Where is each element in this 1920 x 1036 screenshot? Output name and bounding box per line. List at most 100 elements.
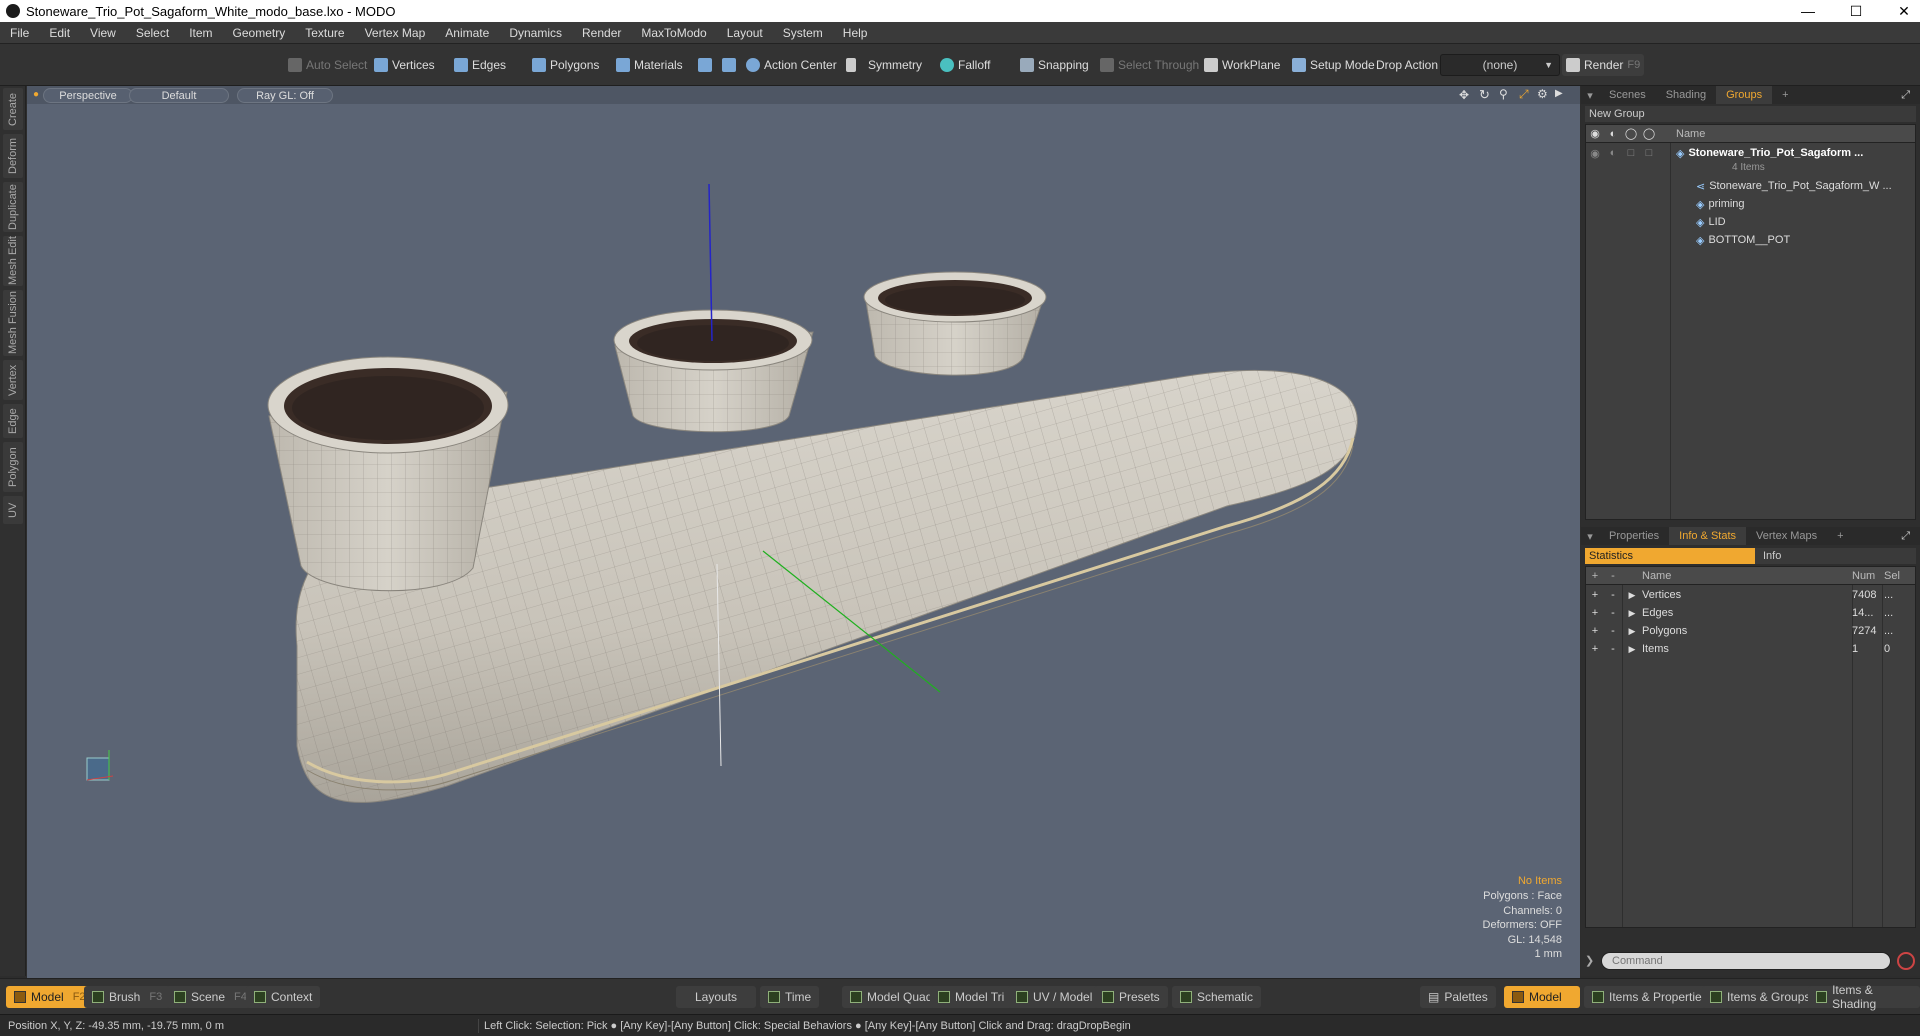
tab-mesh-edit[interactable]: Mesh Edit (3, 236, 23, 286)
menu-system[interactable]: System (773, 26, 833, 40)
schematic-button[interactable]: Schematic (1172, 986, 1262, 1008)
panel-menu-icon[interactable]: ▾ (1581, 527, 1599, 545)
expand-arrow-icon[interactable]: ▶ (1622, 626, 1642, 637)
menu-dynamics[interactable]: Dynamics (499, 26, 572, 40)
context-button[interactable]: Context (246, 986, 321, 1008)
close-icon[interactable]: ✕ (1884, 0, 1920, 22)
maximize-panel-icon[interactable]: ⤢ (1891, 86, 1920, 104)
remove-icon[interactable]: - (1604, 643, 1622, 655)
tab-deform[interactable]: Deform (3, 134, 23, 178)
items-shading-button[interactable]: Items & Shading (1808, 983, 1920, 1011)
3d-viewport[interactable]: ● Perspective Default Ray GL: Off ✥ ↻ ⚲ … (27, 86, 1580, 978)
command-input[interactable] (1601, 952, 1891, 970)
remove-icon[interactable]: - (1604, 589, 1622, 601)
visibility-toggle-icon[interactable]: ◉ (1586, 147, 1604, 160)
select-through-button[interactable]: Select Through (1096, 54, 1203, 76)
expand-all-icon[interactable]: + (1586, 570, 1604, 582)
menu-layout[interactable]: Layout (717, 26, 773, 40)
minimize-icon[interactable]: — (1788, 0, 1828, 22)
menu-texture[interactable]: Texture (295, 26, 354, 40)
menu-vertex-map[interactable]: Vertex Map (355, 26, 436, 40)
tab-groups[interactable]: Groups (1716, 86, 1773, 104)
presets-button[interactable]: Presets (1094, 986, 1168, 1008)
remove-icon[interactable]: - (1604, 607, 1622, 619)
menu-view[interactable]: View (80, 26, 126, 40)
menu-animate[interactable]: Animate (435, 26, 499, 40)
tab-polygon[interactable]: Polygon (3, 442, 23, 492)
time-button[interactable]: Time (760, 986, 820, 1008)
menu-render[interactable]: Render (572, 26, 631, 40)
stats-row-items[interactable]: + - ▶ Items 1 0 (1586, 640, 1915, 658)
materials-button[interactable]: Materials (612, 54, 687, 76)
menu-maxtomodo[interactable]: MaxToModo (631, 26, 716, 40)
palettes-button[interactable]: ▤ Palettes (1420, 986, 1496, 1008)
render-button[interactable]: Render F9 (1562, 54, 1645, 76)
menu-edit[interactable]: Edit (39, 26, 80, 40)
maximize-panel-icon[interactable]: ⤢ (1891, 527, 1920, 545)
maximize-icon[interactable]: ☐ (1836, 0, 1876, 22)
tab-vertex[interactable]: Vertex (3, 360, 23, 400)
expand-arrow-icon[interactable]: ▶ (1622, 590, 1642, 601)
render-toggle-icon[interactable]: ◐ (1604, 147, 1622, 159)
add-icon[interactable]: + (1586, 643, 1604, 655)
action-center-button[interactable]: Action Center (742, 54, 841, 76)
drop-action-select[interactable]: (none) ▼ (1440, 54, 1560, 76)
group-child-mesh[interactable]: ⋖ Stoneware_Trio_Pot_Sagaform_W ... (1586, 177, 1915, 195)
workplane-button[interactable]: WorkPlane (1200, 54, 1284, 76)
menu-help[interactable]: Help (833, 26, 878, 40)
tab-properties[interactable]: Properties (1599, 527, 1669, 545)
menu-item[interactable]: Item (179, 26, 222, 40)
add-icon[interactable]: + (1586, 607, 1604, 619)
items-properties-button[interactable]: Items & Properties (1584, 986, 1716, 1008)
auto-select-button[interactable]: Auto Select (284, 54, 371, 76)
collapse-all-icon[interactable]: - (1604, 570, 1622, 582)
menu-file[interactable]: File (0, 26, 39, 40)
tab-shading[interactable]: Shading (1656, 86, 1716, 104)
tab-uv[interactable]: UV (3, 496, 23, 524)
scene-mode-button[interactable]: Scene F4 (166, 986, 255, 1008)
menu-geometry[interactable]: Geometry (223, 26, 296, 40)
remove-icon[interactable]: - (1604, 625, 1622, 637)
tab-vertex-maps[interactable]: Vertex Maps (1746, 527, 1827, 545)
tab-scenes[interactable]: Scenes (1599, 86, 1656, 104)
brush-mode-button[interactable]: Brush F3 (84, 986, 171, 1008)
tab-mesh-fusion[interactable]: Mesh Fusion (3, 290, 23, 356)
tab-edge[interactable]: Edge (3, 404, 23, 438)
stats-row-edges[interactable]: + - ▶ Edges 14... ... (1586, 604, 1915, 622)
uv-model-button[interactable]: UV / Model (1008, 986, 1101, 1008)
expand-arrow-icon[interactable]: ▶ (1622, 608, 1642, 619)
panel-menu-icon[interactable]: ▾ (1581, 86, 1599, 104)
polygons-button[interactable]: Polygons (528, 54, 603, 76)
group-child-bottom-pot[interactable]: ◈ BOTTOM__POT (1586, 231, 1915, 249)
items-groups-button[interactable]: Items & Groups (1702, 986, 1819, 1008)
falloff-button[interactable]: Falloff (936, 54, 994, 76)
stats-row-polygons[interactable]: + - ▶ Polygons 7274 ... (1586, 622, 1915, 640)
mode-toggle-1[interactable] (694, 54, 716, 76)
layouts-button[interactable]: Layouts (676, 986, 756, 1008)
tab-info-stats[interactable]: Info & Stats (1669, 527, 1747, 545)
tab-create[interactable]: Create (3, 88, 23, 130)
mode-toggle-2[interactable] (718, 54, 740, 76)
model-layout-button[interactable]: Model (1504, 986, 1580, 1008)
add-icon[interactable]: + (1586, 589, 1604, 601)
model-mode-button[interactable]: Model F2 (6, 986, 94, 1008)
menu-select[interactable]: Select (126, 26, 179, 40)
add-tab-icon[interactable]: + (1772, 86, 1798, 104)
new-group-button[interactable]: New Group (1585, 106, 1916, 122)
setup-mode-button[interactable]: Setup Mode (1288, 54, 1379, 76)
group-child-priming[interactable]: ◈ priming (1586, 195, 1915, 213)
select-toggle-icon[interactable]: □ (1640, 147, 1658, 159)
tab-duplicate[interactable]: Duplicate (3, 182, 23, 232)
add-tab-icon[interactable]: + (1827, 527, 1853, 545)
lock-toggle-icon[interactable]: □ (1622, 147, 1640, 159)
group-child-lid[interactable]: ◈ LID (1586, 213, 1915, 231)
group-root-row[interactable]: ◉ ◐ □ □ ◈ Stoneware_Trio_Pot_Sagaform ..… (1586, 145, 1915, 161)
symmetry-button[interactable]: Symmetry (842, 54, 926, 76)
model-tri-button[interactable]: Model Tri (930, 986, 1013, 1008)
stats-row-vertices[interactable]: + - ▶ Vertices 7408 ... (1586, 586, 1915, 604)
statistics-tab[interactable]: Statistics (1585, 548, 1755, 564)
add-icon[interactable]: + (1586, 625, 1604, 637)
record-icon[interactable] (1897, 952, 1915, 970)
model-quad-button[interactable]: Model Quad (842, 986, 941, 1008)
snapping-button[interactable]: Snapping (1016, 54, 1093, 76)
